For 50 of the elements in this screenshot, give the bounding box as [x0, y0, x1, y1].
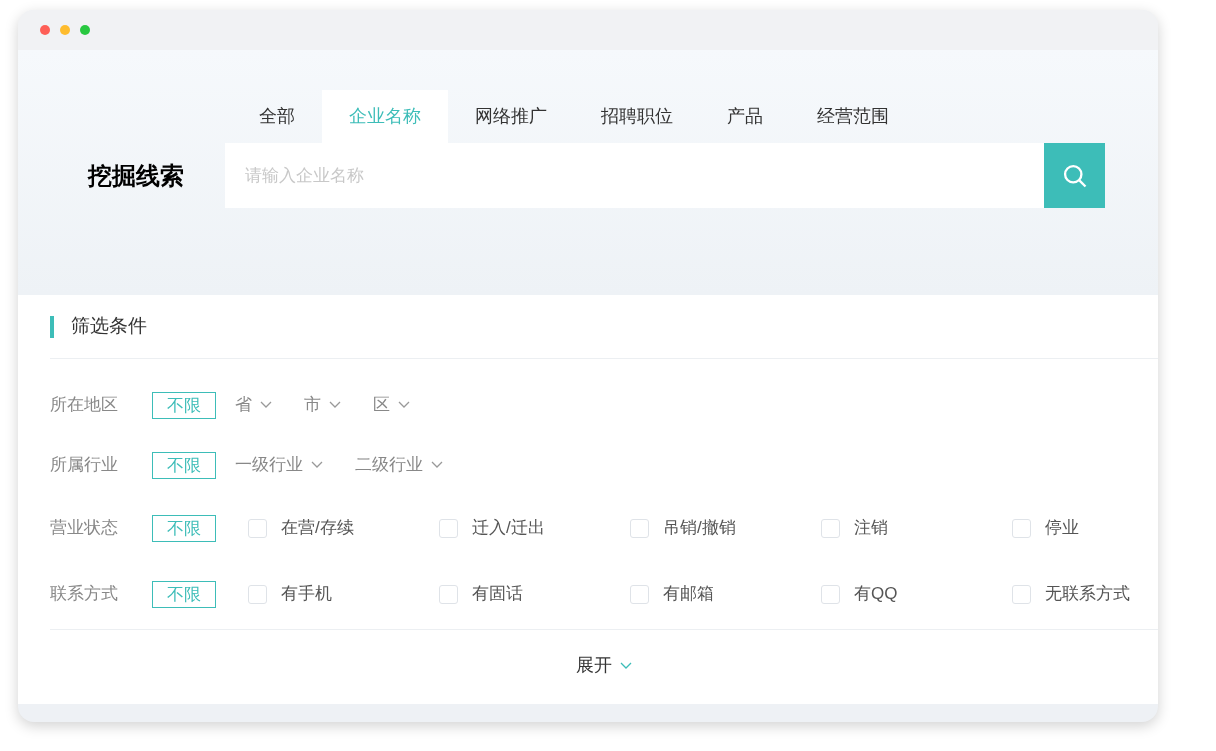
- checkbox-label: 无联系方式: [1045, 583, 1130, 606]
- checkbox[interactable]: [1012, 584, 1031, 604]
- checkbox[interactable]: [821, 518, 840, 538]
- checkbox[interactable]: [248, 518, 267, 538]
- chevron-down-icon: [431, 461, 443, 469]
- checkbox-label: 停业: [1045, 517, 1079, 540]
- checkbox[interactable]: [630, 518, 649, 538]
- checkbox-label: 有固话: [472, 583, 523, 606]
- filter-label: 营业状态: [50, 517, 119, 540]
- dropdown-select[interactable]: 一级行业: [235, 452, 323, 478]
- dropdown-select[interactable]: 省: [235, 392, 272, 418]
- checkbox-label: 有手机: [281, 583, 332, 606]
- section-marker: [50, 315, 54, 338]
- dropdown-select[interactable]: 区: [373, 392, 410, 418]
- any-option[interactable]: 不限: [152, 451, 216, 479]
- search-tab[interactable]: 产品: [700, 90, 790, 143]
- checkbox-label: 注销: [854, 517, 888, 540]
- checkbox[interactable]: [1012, 518, 1031, 538]
- section-title: 筛选条件: [71, 314, 147, 339]
- chevron-down-icon: [398, 401, 410, 409]
- search-tab[interactable]: 全部: [232, 90, 322, 143]
- checkbox[interactable]: [630, 584, 649, 604]
- chevron-down-icon: [620, 661, 632, 670]
- filter-label: 联系方式: [50, 583, 119, 606]
- checkbox-label: 在营/存续: [281, 517, 354, 540]
- search-button[interactable]: [1044, 143, 1105, 208]
- checkbox[interactable]: [439, 584, 458, 604]
- page-title: 挖掘线索: [88, 161, 184, 189]
- search-tab[interactable]: 招聘职位: [574, 90, 700, 143]
- chevron-down-icon: [329, 401, 341, 409]
- checkbox[interactable]: [439, 518, 458, 538]
- chevron-down-icon: [311, 461, 323, 469]
- search-tab[interactable]: 经营范围: [790, 90, 916, 143]
- filter-label: 所在地区: [50, 394, 119, 417]
- checkbox-label: 有QQ: [854, 583, 898, 606]
- chevron-down-icon: [260, 401, 272, 409]
- any-option[interactable]: 不限: [152, 514, 216, 542]
- search-tab[interactable]: 网络推广: [448, 90, 574, 143]
- filter-label: 所属行业: [50, 454, 119, 477]
- checkbox[interactable]: [821, 584, 840, 604]
- checkbox[interactable]: [248, 584, 267, 604]
- search-tab[interactable]: 企业名称: [322, 90, 448, 143]
- any-option[interactable]: 不限: [152, 580, 216, 608]
- checkbox-label: 吊销/撤销: [663, 517, 736, 540]
- any-option[interactable]: 不限: [152, 391, 216, 419]
- dropdown-select[interactable]: 二级行业: [355, 452, 443, 478]
- dropdown-select[interactable]: 市: [304, 392, 341, 418]
- expand-button[interactable]: 展开: [576, 652, 632, 679]
- checkbox-label: 迁入/迁出: [472, 517, 545, 540]
- checkbox-label: 有邮箱: [663, 583, 714, 606]
